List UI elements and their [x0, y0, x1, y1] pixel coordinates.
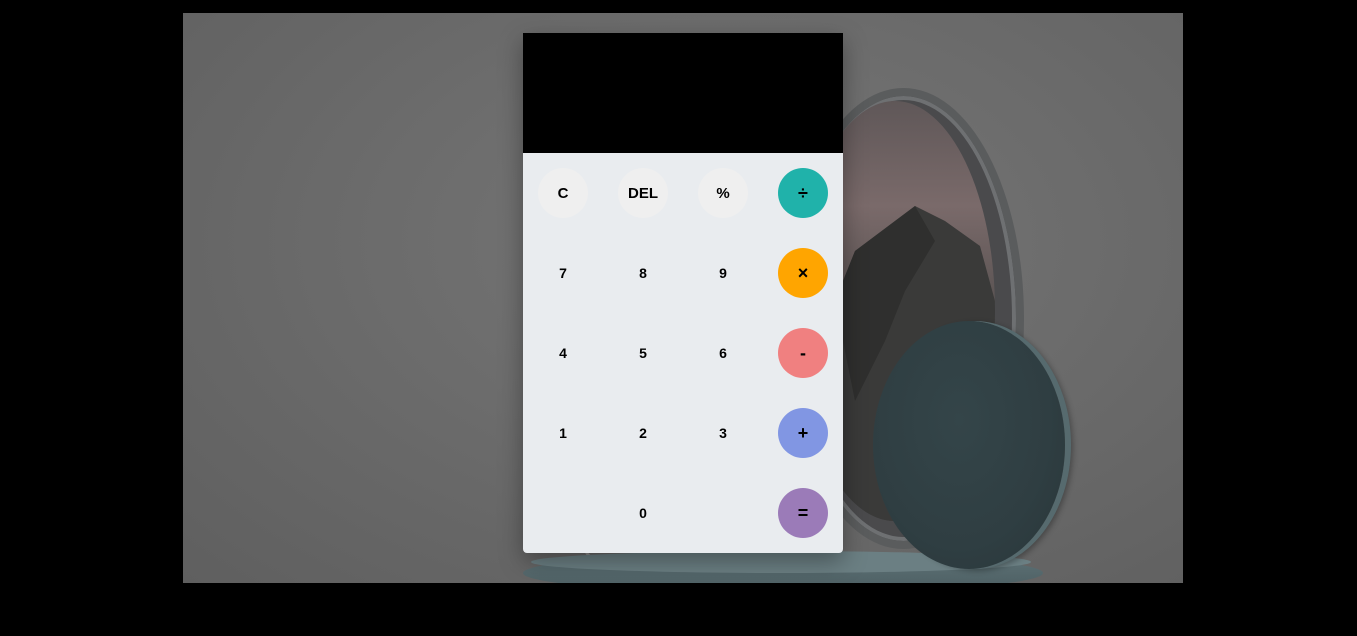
keypad: C DEL % ÷ 7 8 9 × 4 5 6 - 1 2 3 + 0 = — [523, 153, 843, 553]
calculator-display — [523, 33, 843, 153]
digit-9-button[interactable]: 9 — [698, 248, 748, 298]
digit-1-button[interactable]: 1 — [538, 408, 588, 458]
backdrop-disc — [873, 321, 1065, 569]
percent-button[interactable]: % — [698, 168, 748, 218]
digit-4-button[interactable]: 4 — [538, 328, 588, 378]
digit-5-button[interactable]: 5 — [618, 328, 668, 378]
divide-button[interactable]: ÷ — [778, 168, 828, 218]
digit-6-button[interactable]: 6 — [698, 328, 748, 378]
digit-2-button[interactable]: 2 — [618, 408, 668, 458]
add-button[interactable]: + — [778, 408, 828, 458]
multiply-button[interactable]: × — [778, 248, 828, 298]
digit-7-button[interactable]: 7 — [538, 248, 588, 298]
clear-button[interactable]: C — [538, 168, 588, 218]
digit-3-button[interactable]: 3 — [698, 408, 748, 458]
calculator: C DEL % ÷ 7 8 9 × 4 5 6 - 1 2 3 + 0 = — [523, 33, 843, 553]
digit-8-button[interactable]: 8 — [618, 248, 668, 298]
subtract-button[interactable]: - — [778, 328, 828, 378]
delete-button[interactable]: DEL — [618, 168, 668, 218]
digit-0-button[interactable]: 0 — [618, 488, 668, 538]
equals-button[interactable]: = — [778, 488, 828, 538]
